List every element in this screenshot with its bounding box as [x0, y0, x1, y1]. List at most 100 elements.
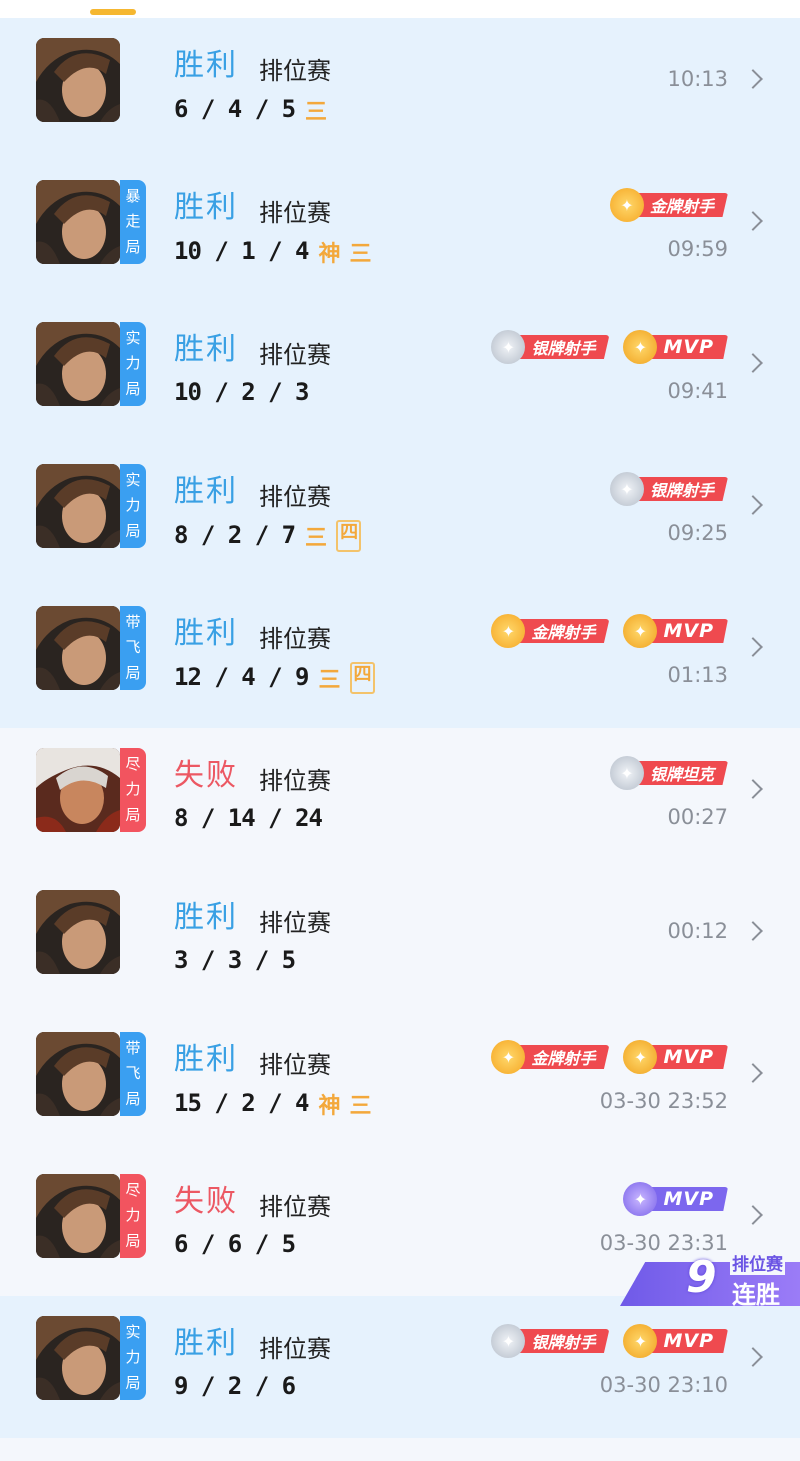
- match-result: 胜利: [174, 48, 238, 83]
- mode-tag-char: 实: [125, 329, 141, 348]
- match-time: 03-30 23:10: [599, 1373, 728, 1397]
- mode-tag: 尽力局: [120, 748, 146, 832]
- match-row[interactable]: 实力局 胜利 排位赛 9 / 2 / 6 ✦ 银牌射手 ✦ MVP 03-30 23:10: [0, 1296, 800, 1438]
- match-result: 胜利: [174, 900, 238, 935]
- match-type: 排位赛: [259, 909, 331, 937]
- kda-line: 3 / 3 / 5: [174, 946, 296, 974]
- match-row[interactable]: 胜利 排位赛 6 / 4 / 5 三 10:13: [0, 18, 800, 160]
- honor-badge: ✦ 银牌射手: [491, 330, 610, 364]
- honor-badges: ✦ 银牌射手: [609, 472, 728, 506]
- chevron-right-icon[interactable]: [743, 637, 763, 657]
- mode-tag-char: 暴: [125, 187, 141, 206]
- kda-text: 6 / 6 / 5: [174, 1230, 296, 1258]
- match-type: 排位赛: [259, 199, 331, 227]
- match-type: 排位赛: [259, 767, 331, 795]
- mode-tag-char: 局: [125, 379, 141, 398]
- mode-tag-char: 局: [125, 1373, 141, 1392]
- honor-badges: ✦ 银牌射手 ✦ MVP: [491, 1324, 728, 1358]
- kda-text: 10 / 2 / 3: [174, 378, 309, 406]
- chevron-right-icon[interactable]: [743, 69, 763, 89]
- hero-portrait: [36, 1174, 120, 1258]
- honor-badge: ✦ MVP: [623, 1182, 728, 1216]
- mode-tag-char: 局: [125, 1089, 141, 1108]
- hero-portrait: [36, 322, 120, 406]
- match-row[interactable]: 带飞局 胜利 排位赛 15 / 2 / 4 神三 ✦ 金牌射手 ✦ MVP 03-30 23:52: [0, 1012, 800, 1154]
- chevron-right-icon[interactable]: [743, 1063, 763, 1083]
- hero-portrait: [36, 748, 120, 832]
- kill-marks: 三四: [319, 662, 375, 694]
- honor-badge: ✦ MVP: [623, 1040, 728, 1074]
- medal-icon: ✦: [609, 472, 644, 506]
- mode-tag: 实力局: [120, 322, 146, 406]
- match-time: 01:13: [667, 663, 728, 687]
- streak-count: 9: [686, 1252, 717, 1303]
- match-result: 胜利: [174, 474, 238, 509]
- chevron-right-icon[interactable]: [743, 353, 763, 373]
- tab-indicator: [90, 9, 136, 15]
- mode-tag: 带飞局: [120, 1032, 146, 1116]
- kill-marks: 神三: [319, 236, 372, 268]
- kill-mark: 三: [349, 242, 372, 267]
- mode-tag-char: 力: [125, 354, 141, 373]
- match-time: 09:59: [667, 237, 728, 261]
- honor-badge: ✦ 金牌射手: [491, 614, 610, 648]
- hero-portrait: [36, 180, 120, 264]
- honor-badges: ✦ 银牌射手 ✦ MVP: [491, 330, 728, 364]
- badge-label: MVP: [649, 619, 728, 643]
- match-type: 排位赛: [259, 625, 331, 653]
- kda-text: 8 / 14 / 24: [174, 804, 323, 832]
- match-row[interactable]: 暴走局 胜利 排位赛 10 / 1 / 4 神三 ✦ 金牌射手 09:59: [0, 160, 800, 302]
- kda-line: 12 / 4 / 9 三四: [174, 662, 375, 694]
- chevron-right-icon[interactable]: [743, 779, 763, 799]
- kda-text: 3 / 3 / 5: [174, 946, 296, 974]
- honor-badges: ✦ 银牌坦克: [609, 756, 728, 790]
- badge-label: 金牌射手: [517, 619, 610, 643]
- match-type: 排位赛: [259, 483, 331, 511]
- honor-badge: ✦ 金牌射手: [491, 1040, 610, 1074]
- honor-badge: ✦ 银牌坦克: [609, 756, 728, 790]
- kda-line: 9 / 2 / 6: [174, 1372, 296, 1400]
- badge-label: MVP: [649, 1045, 728, 1069]
- match-row[interactable]: 实力局 胜利 排位赛 8 / 2 / 7 三四 ✦ 银牌射手 09:25: [0, 444, 800, 586]
- mode-tag-char: 局: [125, 237, 141, 256]
- match-time: 09:25: [667, 521, 728, 545]
- match-row[interactable]: 带飞局 胜利 排位赛 12 / 4 / 9 三四 ✦ 金牌射手 ✦ MVP 01:13: [0, 586, 800, 728]
- chevron-right-icon[interactable]: [743, 495, 763, 515]
- streak-label: 连胜: [732, 1281, 780, 1309]
- chevron-right-icon[interactable]: [743, 1347, 763, 1367]
- mode-tag-char: 飞: [125, 638, 141, 657]
- match-time: 10:13: [667, 67, 728, 91]
- hero-portrait: [36, 1032, 120, 1116]
- chevron-right-icon[interactable]: [743, 1205, 763, 1225]
- mode-tag: 尽力局: [120, 1174, 146, 1258]
- kda-text: 15 / 2 / 4: [174, 1089, 309, 1117]
- match-row[interactable]: 实力局 胜利 排位赛 10 / 2 / 3 ✦ 银牌射手 ✦ MVP 09:41: [0, 302, 800, 444]
- match-row[interactable]: 尽力局 失败 排位赛 8 / 14 / 24 ✦ 银牌坦克 00:27: [0, 728, 800, 870]
- hero-avatar: 尽力局: [36, 1174, 146, 1258]
- badge-label: 银牌射手: [517, 1329, 610, 1353]
- mode-tag: 带飞局: [120, 606, 146, 690]
- hero-portrait: [36, 606, 120, 690]
- match-row[interactable]: 胜利 排位赛 3 / 3 / 5 00:12: [0, 870, 800, 1012]
- mode-tag-char: 力: [125, 1206, 141, 1225]
- kda-line: 6 / 6 / 5: [174, 1230, 296, 1258]
- chevron-right-icon[interactable]: [743, 211, 763, 231]
- match-type: 排位赛: [259, 1335, 331, 1363]
- mode-tag-char: 实: [125, 471, 141, 490]
- hero-avatar: 尽力局: [36, 748, 146, 832]
- honor-badges: ✦ 金牌射手: [609, 188, 728, 222]
- mode-tag-char: 局: [125, 1231, 141, 1250]
- streak-title: 排位赛: [730, 1250, 785, 1275]
- hero-portrait: [36, 1316, 120, 1400]
- badge-label: 金牌射手: [517, 1045, 610, 1069]
- mode-tag: 实力局: [120, 1316, 146, 1400]
- match-result: 失败: [174, 758, 238, 793]
- hero-avatar: 实力局: [36, 1316, 146, 1400]
- match-history-list: 胜利 排位赛 6 / 4 / 5 三 10:13 暴走局胜利 排位赛 10 / 1 / 4神三…: [0, 18, 800, 1438]
- kill-marks: 三四: [305, 520, 362, 552]
- match-time: 09:41: [667, 379, 728, 403]
- chevron-right-icon[interactable]: [743, 921, 763, 941]
- match-result: 胜利: [174, 190, 238, 225]
- badge-label: 银牌射手: [517, 335, 610, 359]
- badge-label: 银牌坦克: [635, 761, 728, 785]
